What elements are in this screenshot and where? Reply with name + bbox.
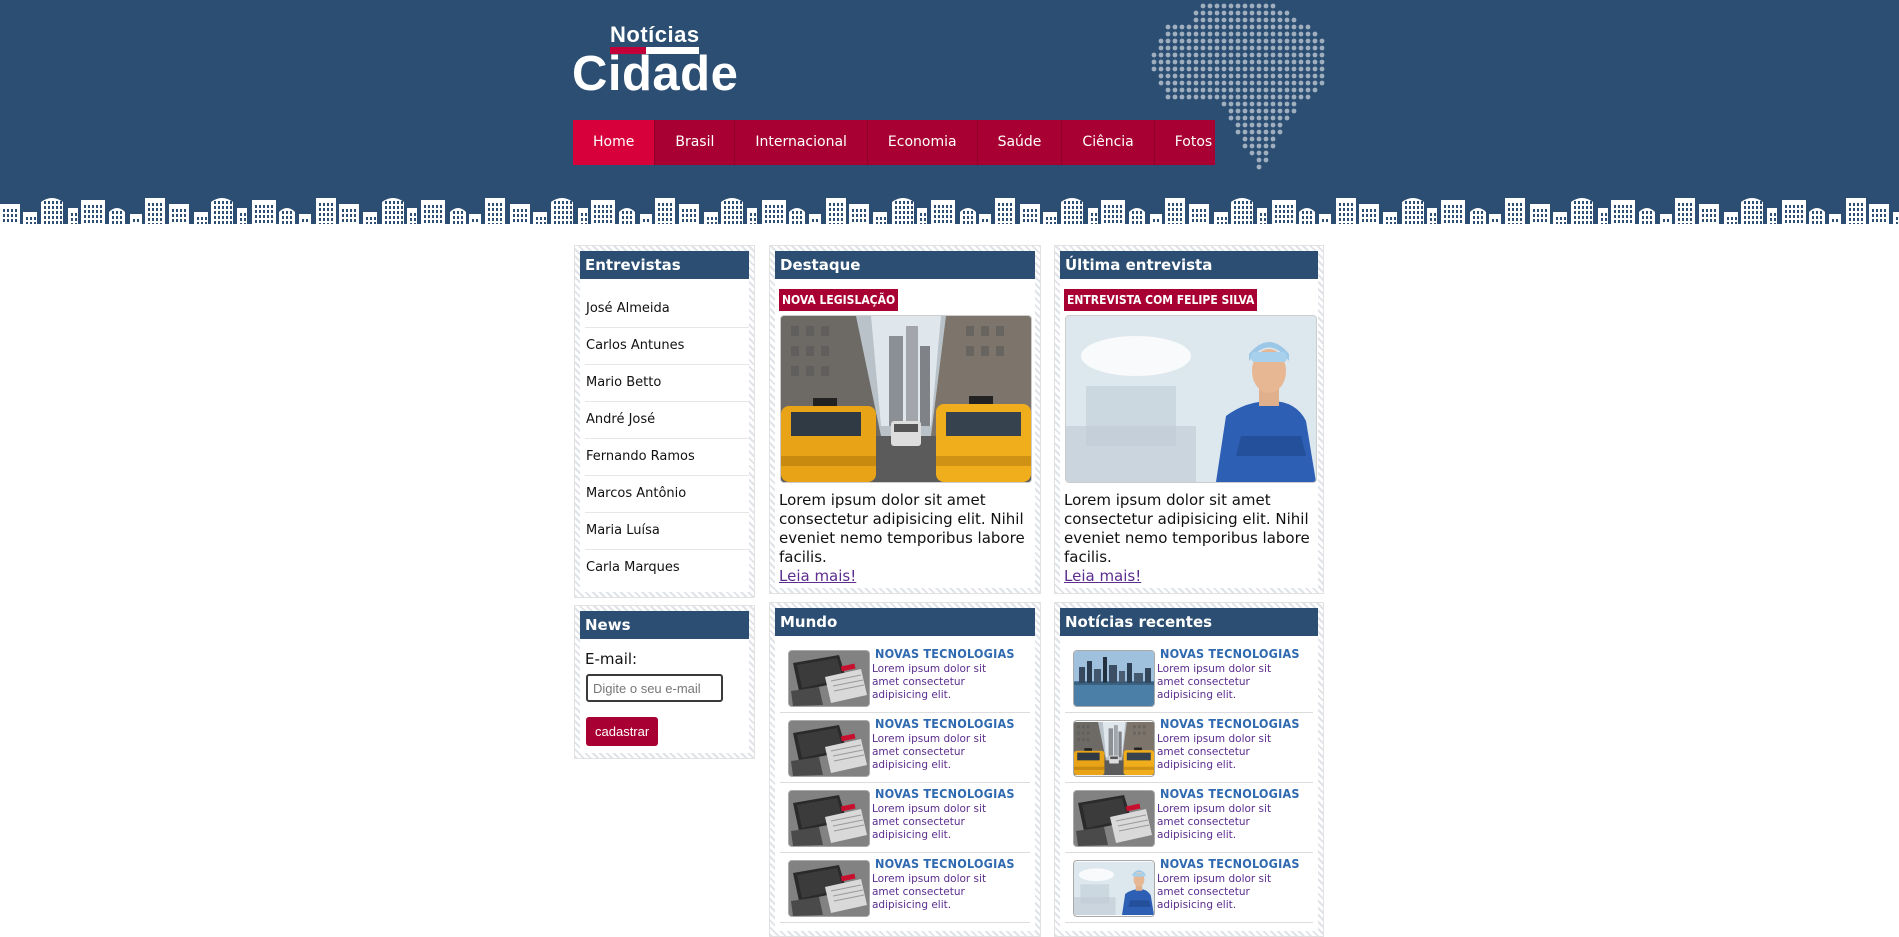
last-interview-read-more-link[interactable]: Leia mais! bbox=[1064, 567, 1141, 585]
interviews-title: Entrevistas bbox=[580, 251, 749, 279]
world-title: Mundo bbox=[775, 608, 1035, 636]
world-item-text[interactable]: Lorem ipsum dolor sit amet consectetur a… bbox=[872, 803, 1012, 842]
recent-news-item[interactable]: NOVAS TECNOLOGIAS Lorem ipsum dolor sit … bbox=[1065, 853, 1313, 923]
nav-item-home[interactable]: Home bbox=[573, 120, 656, 165]
nav-item-fotos[interactable]: Fotos bbox=[1155, 120, 1232, 165]
nav-item-saude[interactable]: Saúde bbox=[978, 120, 1063, 165]
recent-news-list: NOVAS TECNOLOGIAS Lorem ipsum dolor sit … bbox=[1065, 643, 1313, 923]
recent-news-thumb[interactable] bbox=[1073, 790, 1155, 847]
world-item-thumb[interactable] bbox=[788, 790, 870, 847]
world-item-title[interactable]: NOVAS TECNOLOGIAS bbox=[875, 646, 1015, 661]
world-item-thumb[interactable] bbox=[788, 650, 870, 707]
recent-news-item-text[interactable]: Lorem ipsum dolor sit amet consectetur a… bbox=[1157, 663, 1297, 702]
recent-news-item[interactable]: NOVAS TECNOLOGIAS Lorem ipsum dolor sit … bbox=[1065, 643, 1313, 713]
recent-news-item[interactable]: NOVAS TECNOLOGIAS Lorem ipsum dolor sit … bbox=[1065, 783, 1313, 853]
recent-news-panel: Notícias recentes NOVAS TECNOLOGIAS Lore… bbox=[1054, 602, 1324, 937]
email-field[interactable] bbox=[586, 674, 723, 702]
recent-news-thumb[interactable] bbox=[1073, 720, 1155, 777]
city-skyline-graphic bbox=[0, 198, 1899, 228]
featured-tag: NOVA LEGISLAÇÃO bbox=[779, 289, 899, 311]
world-item[interactable]: NOVAS TECNOLOGIAS Lorem ipsum dolor sit … bbox=[780, 853, 1030, 923]
recent-news-title: Notícias recentes bbox=[1060, 608, 1318, 636]
interview-item[interactable]: Fernando Ramos bbox=[585, 439, 749, 476]
interview-item[interactable]: Maria Luísa bbox=[585, 513, 749, 550]
nav-item-internacional[interactable]: Internacional bbox=[735, 120, 868, 165]
world-item[interactable]: NOVAS TECNOLOGIAS Lorem ipsum dolor sit … bbox=[780, 783, 1030, 853]
world-item[interactable]: NOVAS TECNOLOGIAS Lorem ipsum dolor sit … bbox=[780, 643, 1030, 713]
recent-news-item[interactable]: NOVAS TECNOLOGIAS Lorem ipsum dolor sit … bbox=[1065, 713, 1313, 783]
last-interview-tag: ENTREVISTA COM FELIPE SILVA bbox=[1064, 289, 1258, 311]
world-list: NOVAS TECNOLOGIAS Lorem ipsum dolor sit … bbox=[780, 643, 1030, 923]
recent-news-item-title[interactable]: NOVAS TECNOLOGIAS bbox=[1160, 786, 1300, 801]
world-item-text[interactable]: Lorem ipsum dolor sit amet consectetur a… bbox=[872, 663, 1012, 702]
interview-item[interactable]: Mario Betto bbox=[585, 365, 749, 402]
interviews-panel: Entrevistas José Almeida Carlos Antunes … bbox=[574, 245, 755, 598]
site-header: Notícias Cidade Home Brasil Internaciona… bbox=[0, 0, 1899, 228]
subscribe-button[interactable]: cadastrar bbox=[586, 717, 659, 746]
world-item-text[interactable]: Lorem ipsum dolor sit amet consectetur a… bbox=[872, 873, 1012, 912]
nav-item-brasil[interactable]: Brasil bbox=[655, 120, 736, 165]
main-nav: Home Brasil Internacional Economia Saúde… bbox=[573, 120, 1215, 165]
email-label: E-mail: bbox=[585, 650, 638, 668]
world-item-text[interactable]: Lorem ipsum dolor sit amet consectetur a… bbox=[872, 733, 1012, 772]
nav-item-economia[interactable]: Economia bbox=[868, 120, 978, 165]
recent-news-item-text[interactable]: Lorem ipsum dolor sit amet consectetur a… bbox=[1157, 803, 1297, 842]
last-interview-panel: Última entrevista ENTREVISTA COM FELIPE … bbox=[1054, 245, 1324, 594]
recent-news-thumb[interactable] bbox=[1073, 650, 1155, 707]
recent-news-thumb[interactable] bbox=[1073, 860, 1155, 917]
nav-item-ciencia[interactable]: Ciência bbox=[1062, 120, 1155, 165]
featured-panel: Destaque NOVA LEGISLAÇÃO Lorem ipsum dol… bbox=[769, 245, 1041, 594]
recent-news-item-title[interactable]: NOVAS TECNOLOGIAS bbox=[1160, 856, 1300, 871]
recent-news-item-title[interactable]: NOVAS TECNOLOGIAS bbox=[1160, 716, 1300, 731]
featured-photo[interactable] bbox=[780, 315, 1032, 483]
newsletter-panel: News E-mail: cadastrar bbox=[574, 605, 755, 759]
interview-item[interactable]: Carla Marques bbox=[585, 550, 749, 586]
world-item-title[interactable]: NOVAS TECNOLOGIAS bbox=[875, 786, 1015, 801]
recent-news-item-title[interactable]: NOVAS TECNOLOGIAS bbox=[1160, 646, 1300, 661]
world-item-title[interactable]: NOVAS TECNOLOGIAS bbox=[875, 856, 1015, 871]
featured-text-body: Lorem ipsum dolor sit amet consectetur a… bbox=[779, 491, 1025, 566]
logo-main-text: Cidade bbox=[572, 47, 739, 101]
interviews-list: José Almeida Carlos Antunes Mario Betto … bbox=[585, 291, 749, 586]
logo-top-text: Notícias bbox=[610, 22, 700, 47]
featured-read-more-link[interactable]: Leia mais! bbox=[779, 567, 856, 585]
interview-item[interactable]: José Almeida bbox=[585, 291, 749, 328]
last-interview-title: Última entrevista bbox=[1060, 251, 1318, 279]
site-logo[interactable]: Notícias Cidade bbox=[572, 22, 742, 102]
interview-item[interactable]: Marcos Antônio bbox=[585, 476, 749, 513]
world-item-thumb[interactable] bbox=[788, 860, 870, 917]
interview-item[interactable]: Carlos Antunes bbox=[585, 328, 749, 365]
featured-text: Lorem ipsum dolor sit amet consectetur a… bbox=[779, 491, 1031, 586]
world-item[interactable]: NOVAS TECNOLOGIAS Lorem ipsum dolor sit … bbox=[780, 713, 1030, 783]
recent-news-item-text[interactable]: Lorem ipsum dolor sit amet consectetur a… bbox=[1157, 873, 1297, 912]
world-panel: Mundo NOVAS TECNOLOGIAS Lorem ipsum dolo… bbox=[769, 602, 1041, 937]
featured-title: Destaque bbox=[775, 251, 1035, 279]
newsletter-title: News bbox=[580, 611, 749, 639]
last-interview-photo[interactable] bbox=[1065, 315, 1317, 483]
world-item-thumb[interactable] bbox=[788, 720, 870, 777]
last-interview-text: Lorem ipsum dolor sit amet consectetur a… bbox=[1064, 491, 1316, 586]
world-item-title[interactable]: NOVAS TECNOLOGIAS bbox=[875, 716, 1015, 731]
interview-item[interactable]: André José bbox=[585, 402, 749, 439]
last-interview-text-body: Lorem ipsum dolor sit amet consectetur a… bbox=[1064, 491, 1310, 566]
recent-news-item-text[interactable]: Lorem ipsum dolor sit amet consectetur a… bbox=[1157, 733, 1297, 772]
